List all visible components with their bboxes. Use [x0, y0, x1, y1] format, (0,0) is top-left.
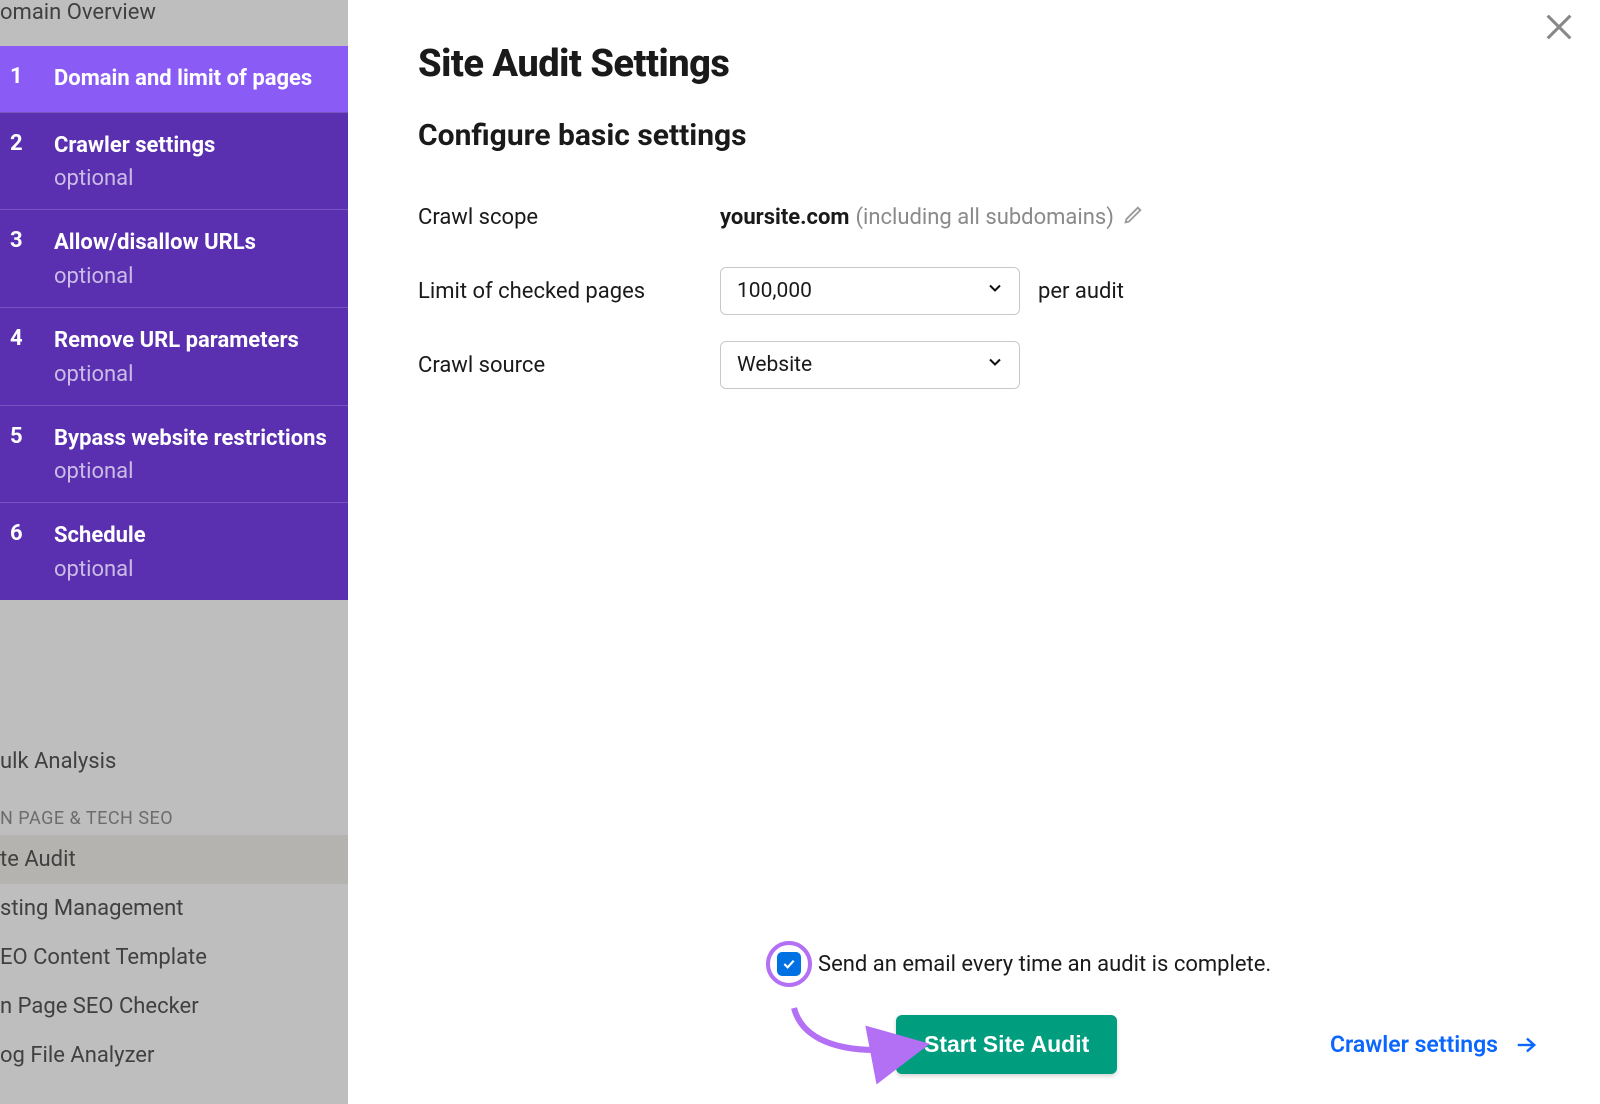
- crawl-scope-value: yoursite.com(including all subdomains): [720, 205, 1114, 230]
- chevron-down-icon: [985, 352, 1005, 378]
- next-link-label: Crawler settings: [1330, 1031, 1498, 1058]
- chevron-down-icon: [985, 278, 1005, 304]
- wizard-step-label: Domain and limit of pages: [54, 64, 332, 94]
- wizard-step-number: 5: [8, 424, 54, 485]
- edit-scope-icon[interactable]: [1122, 204, 1144, 230]
- wizard-step-optional: optional: [54, 166, 332, 191]
- annotation-arrow-icon: [786, 1004, 926, 1068]
- wizard-step-number: 3: [8, 228, 54, 289]
- settings-modal: Site Audit Settings Configure basic sett…: [348, 0, 1600, 1104]
- start-site-audit-button[interactable]: Start Site Audit: [896, 1015, 1117, 1074]
- wizard-steps: 1 Domain and limit of pages 2 Crawler se…: [0, 46, 348, 600]
- wizard-step-label: Bypass website restrictions: [54, 424, 332, 454]
- email-checkbox-label: Send an email every time an audit is com…: [818, 952, 1271, 977]
- close-button[interactable]: [1542, 10, 1576, 48]
- wizard-step-number: 2: [8, 131, 54, 192]
- wizard-step-4[interactable]: 4 Remove URL parameters optional: [0, 307, 348, 405]
- wizard-step-1[interactable]: 1 Domain and limit of pages: [0, 46, 348, 112]
- crawl-scope-subtext: (including all subdomains): [855, 205, 1113, 230]
- source-select[interactable]: Website: [720, 341, 1020, 389]
- wizard-step-optional: optional: [54, 264, 332, 289]
- email-checkbox[interactable]: [766, 941, 812, 987]
- wizard-step-label: Remove URL parameters: [54, 326, 332, 356]
- wizard-step-label: Allow/disallow URLs: [54, 228, 332, 258]
- wizard-step-number: 1: [8, 64, 54, 94]
- limit-select[interactable]: 100,000: [720, 267, 1020, 315]
- limit-select-value: 100,000: [737, 279, 812, 303]
- modal-title: Site Audit Settings: [418, 42, 1600, 86]
- limit-label: Limit of checked pages: [418, 279, 720, 304]
- modal-subtitle: Configure basic settings: [418, 118, 1600, 153]
- source-label: Crawl source: [418, 353, 720, 378]
- source-select-value: Website: [737, 353, 812, 377]
- crawl-scope-label: Crawl scope: [418, 205, 720, 230]
- crawl-scope-domain: yoursite.com: [720, 205, 849, 230]
- highlight-ring-icon: [766, 941, 812, 987]
- wizard-step-optional: optional: [54, 557, 332, 582]
- crawler-settings-link[interactable]: Crawler settings: [1330, 1031, 1540, 1058]
- wizard-step-6[interactable]: 6 Schedule optional: [0, 502, 348, 600]
- wizard-step-optional: optional: [54, 459, 332, 484]
- wizard-step-3[interactable]: 3 Allow/disallow URLs optional: [0, 209, 348, 307]
- wizard-step-2[interactable]: 2 Crawler settings optional: [0, 112, 348, 210]
- wizard-step-5[interactable]: 5 Bypass website restrictions optional: [0, 405, 348, 503]
- wizard-step-number: 6: [8, 521, 54, 582]
- limit-suffix: per audit: [1038, 279, 1124, 304]
- wizard-step-label: Crawler settings: [54, 131, 332, 161]
- wizard-step-label: Schedule: [54, 521, 332, 551]
- wizard-step-optional: optional: [54, 362, 332, 387]
- arrow-right-icon: [1512, 1034, 1540, 1056]
- wizard-step-number: 4: [8, 326, 54, 387]
